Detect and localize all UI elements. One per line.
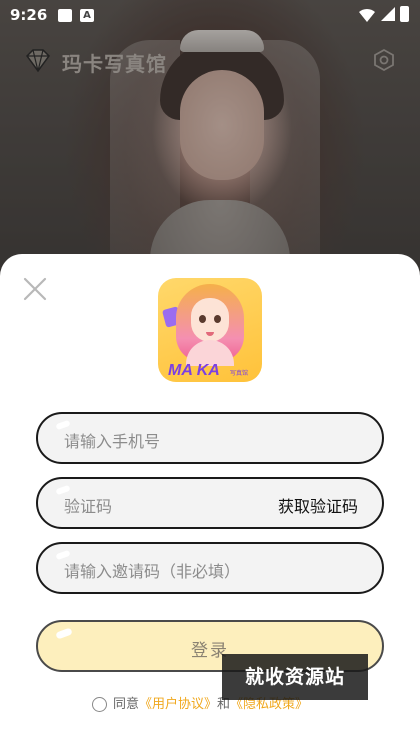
- wifi-icon: [359, 8, 375, 22]
- invite-placeholder: 请输入邀请码（非必填）: [64, 562, 241, 581]
- app-logo: MA KA 写真馆: [158, 278, 262, 382]
- invite-code-input[interactable]: 请输入邀请码（非必填）: [36, 542, 384, 594]
- watermark-badge: 就收资源站: [222, 654, 368, 700]
- battery-icon: [400, 6, 409, 22]
- signal-icon: [381, 7, 395, 21]
- logo-eye-left: [199, 315, 206, 323]
- user-agreement-link[interactable]: 《用户协议》: [139, 697, 217, 712]
- logo-eye-right: [214, 315, 221, 323]
- agree-prefix: 同意: [113, 697, 140, 712]
- get-code-button[interactable]: 获取验证码: [278, 493, 358, 517]
- agree-radio[interactable]: [92, 697, 107, 712]
- close-icon[interactable]: [22, 276, 48, 302]
- brand-title: 玛卡写真馆: [62, 52, 167, 76]
- status-time: 9:26: [10, 6, 48, 24]
- status-bar: 9:26 A: [0, 0, 420, 32]
- phone-placeholder: 请输入手机号: [64, 432, 161, 451]
- app-logo-sub: 写真馆: [230, 370, 249, 377]
- header: 玛卡写真馆: [0, 40, 420, 80]
- settings-hexagon-icon[interactable]: [372, 48, 396, 72]
- a-notification-icon: A: [80, 9, 94, 22]
- phone-input[interactable]: 请输入手机号: [36, 412, 384, 464]
- verification-code-input[interactable]: 验证码 获取验证码: [36, 477, 384, 529]
- code-placeholder: 验证码: [64, 497, 113, 516]
- app-logo-name: MA KA: [168, 362, 220, 379]
- diamond-logo-icon: [26, 49, 50, 73]
- image-notification-icon: [58, 9, 72, 22]
